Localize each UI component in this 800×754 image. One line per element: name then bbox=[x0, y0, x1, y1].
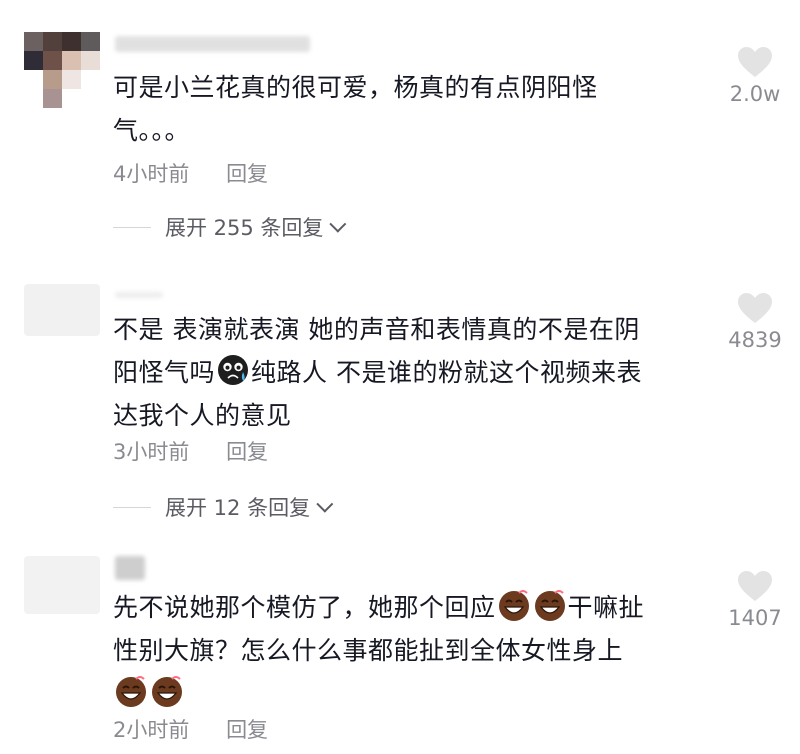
avatar[interactable] bbox=[24, 556, 100, 632]
laughing-emoji-icon bbox=[498, 590, 529, 621]
username[interactable] bbox=[115, 36, 310, 54]
like-button[interactable]: 4839 bbox=[720, 292, 790, 352]
reply-button[interactable]: 回复 bbox=[226, 162, 268, 186]
heart-icon bbox=[738, 293, 772, 323]
comment-text: 不是 表演就表演 她的声音和表情真的不是在阴 阳怪气吗 纯路人 不是谁的粉就这个视… bbox=[113, 315, 642, 430]
chevron-down-icon bbox=[316, 495, 334, 513]
heart-icon bbox=[738, 571, 772, 601]
comment-meta: 2小时前 回复 bbox=[113, 714, 268, 744]
comment-time: 4小时前 bbox=[113, 162, 190, 186]
expand-replies-label: 展开 255 条回复 bbox=[165, 216, 324, 240]
like-count: 4839 bbox=[728, 328, 782, 352]
comment-time: 3小时前 bbox=[113, 440, 190, 464]
divider bbox=[113, 506, 151, 508]
expand-replies-button[interactable]: 展开 12 条回复 bbox=[113, 492, 334, 522]
expand-replies-button[interactable]: 展开 255 条回复 bbox=[113, 212, 347, 242]
like-count: 1407 bbox=[728, 606, 782, 630]
like-count: 2.0w bbox=[729, 82, 781, 106]
avatar[interactable] bbox=[24, 284, 100, 360]
comment-text: 先不说她那个模仿了，她那个回应 干嘛扯 性别大旗？怎么什么事都能扯到全体女性身上 bbox=[113, 586, 713, 715]
laughing-emoji-icon bbox=[534, 590, 565, 621]
heart-icon bbox=[738, 47, 772, 77]
divider bbox=[113, 226, 151, 228]
like-button[interactable]: 2.0w bbox=[720, 46, 790, 106]
chevron-down-icon bbox=[329, 215, 347, 233]
comment-meta: 3小时前 回复 bbox=[113, 436, 268, 466]
like-button[interactable]: 1407 bbox=[720, 570, 790, 630]
crying-emoji-icon bbox=[218, 355, 249, 385]
comment-time: 2小时前 bbox=[113, 718, 190, 742]
expand-replies-label: 展开 12 条回复 bbox=[165, 496, 311, 520]
comment-text: 可是小兰花真的很可爱，杨真的有点阴阳怪 气。。。 bbox=[113, 73, 598, 145]
laughing-emoji-icon bbox=[116, 676, 146, 707]
reply-button[interactable]: 回复 bbox=[226, 718, 268, 742]
reply-button[interactable]: 回复 bbox=[226, 440, 268, 464]
username[interactable] bbox=[115, 556, 145, 580]
avatar[interactable] bbox=[24, 32, 100, 108]
laughing-emoji-icon bbox=[152, 676, 182, 707]
comment-meta: 4小时前 回复 bbox=[113, 158, 268, 188]
